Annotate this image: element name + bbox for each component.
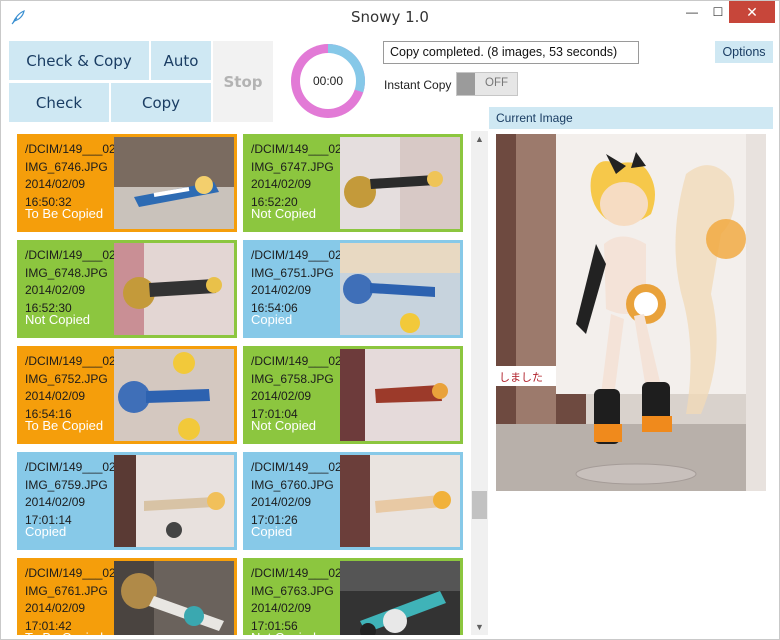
image-tile[interactable]: /DCIM/149___02 IMG_6752.JPG 2014/02/09 16:5…: [17, 346, 237, 444]
image-file: IMG_6746.JPG: [25, 159, 108, 174]
scroll-up-arrow-icon[interactable]: ▲: [471, 131, 488, 147]
image-grid[interactable]: /DCIM/149___02 IMG_6746.JPG 2014/02/09 16:5…: [9, 131, 471, 635]
image-file: IMG_6752.JPG: [25, 371, 108, 386]
image-status: Copied: [25, 524, 67, 539]
image-file: IMG_6760.JPG: [251, 477, 334, 492]
image-tile[interactable]: /DCIM/149___02 IMG_6748.JPG 2014/02/09 16:5…: [17, 240, 237, 338]
image-date: 2014/02/09: [251, 283, 312, 297]
toggle-knob: [457, 73, 475, 95]
image-thumbnail: [114, 349, 234, 441]
image-thumbnail: [340, 349, 460, 441]
check-and-copy-button[interactable]: Check & Copy: [9, 41, 149, 80]
image-date: 2014/02/09: [251, 601, 312, 615]
image-date: 2014/02/09: [25, 495, 86, 509]
current-image-preview: しました: [496, 134, 766, 491]
image-file: IMG_6763.JPG: [251, 583, 334, 598]
toggle-state: OFF: [485, 77, 508, 89]
minimize-button[interactable]: —: [678, 1, 706, 23]
copy-button[interactable]: Copy: [111, 83, 211, 122]
image-status: Not Copied: [251, 630, 316, 635]
image-date: 2014/02/09: [25, 283, 86, 297]
window-title: Snowy 1.0: [351, 8, 429, 26]
image-folder: /DCIM/149___02: [251, 142, 342, 156]
image-thumbnail: [114, 243, 234, 335]
instant-copy-toggle[interactable]: OFF: [456, 72, 518, 96]
status-message: Copy completed. (8 images, 53 seconds): [383, 41, 639, 64]
image-tile[interactable]: /DCIM/149___02 IMG_6761.JPG 2014/02/09 17:0…: [17, 558, 237, 635]
image-thumbnail: [114, 455, 234, 547]
image-thumbnail: [340, 455, 460, 547]
timer-value: 00:00: [312, 74, 344, 88]
scroll-down-arrow-icon[interactable]: ▼: [471, 619, 488, 635]
image-file: IMG_6747.JPG: [251, 159, 334, 174]
current-image-header: Current Image: [489, 107, 773, 129]
image-tile[interactable]: /DCIM/149___02 IMG_6751.JPG 2014/02/09 16:5…: [243, 240, 463, 338]
image-folder: /DCIM/149___02: [251, 248, 342, 262]
image-folder: /DCIM/149___02: [25, 142, 116, 156]
image-file: IMG_6759.JPG: [25, 477, 108, 492]
image-file: IMG_6751.JPG: [251, 265, 334, 280]
image-date: 2014/02/09: [25, 389, 86, 403]
image-file: IMG_6748.JPG: [25, 265, 108, 280]
image-tile[interactable]: /DCIM/149___02 IMG_6763.JPG 2014/02/09 17:0…: [243, 558, 463, 635]
image-folder: /DCIM/149___02: [251, 354, 342, 368]
image-thumbnail: [340, 561, 460, 635]
auto-button[interactable]: Auto: [151, 41, 211, 80]
image-file: IMG_6758.JPG: [251, 371, 334, 386]
image-folder: /DCIM/149___02: [25, 460, 116, 474]
progress-timer: 00:00: [287, 40, 369, 122]
maximize-button[interactable]: ☐: [704, 1, 732, 23]
image-status: To Be Copied: [25, 630, 103, 635]
image-info: /DCIM/149___02 IMG_6761.JPG 2014/02/09 17:0…: [20, 561, 116, 635]
image-file: IMG_6761.JPG: [25, 583, 108, 598]
image-tile[interactable]: /DCIM/149___02 IMG_6759.JPG 2014/02/09 17:0…: [17, 452, 237, 550]
image-date: 2014/02/09: [251, 495, 312, 509]
image-status: Copied: [251, 312, 293, 327]
image-date: 2014/02/09: [25, 601, 86, 615]
image-status: Not Copied: [25, 312, 91, 327]
image-tile[interactable]: /DCIM/149___02 IMG_6758.JPG 2014/02/09 17:0…: [243, 346, 463, 444]
image-tile[interactable]: /DCIM/149___02 IMG_6760.JPG 2014/02/09 17:0…: [243, 452, 463, 550]
scroll-thumb[interactable]: [472, 491, 487, 519]
image-thumbnail: [340, 137, 460, 229]
app-window: Snowy 1.0 — ☐ ✕ Check & Copy Auto Stop C…: [0, 0, 780, 640]
grid-scrollbar[interactable]: ▲ ▼: [471, 131, 488, 635]
check-button[interactable]: Check: [9, 83, 109, 122]
image-status: To Be Copied: [25, 206, 104, 221]
image-status: Copied: [251, 524, 293, 539]
image-date: 2014/02/09: [251, 177, 312, 191]
image-info: /DCIM/149___02 IMG_6763.JPG 2014/02/09 17:0…: [246, 561, 342, 635]
image-thumbnail: [114, 137, 234, 229]
svg-text:しました: しました: [499, 371, 543, 384]
image-status: To Be Copied: [25, 418, 104, 433]
instant-copy-label: Instant Copy: [384, 78, 452, 92]
image-date: 2014/02/09: [25, 177, 86, 191]
image-tile[interactable]: /DCIM/149___02 IMG_6747.JPG 2014/02/09 16:5…: [243, 134, 463, 232]
image-folder: /DCIM/149___02: [25, 354, 116, 368]
image-folder: /DCIM/149___02: [251, 460, 342, 474]
image-folder: /DCIM/149___02: [25, 248, 116, 262]
options-button[interactable]: Options: [715, 41, 773, 63]
image-status: Not Copied: [251, 418, 317, 433]
image-tile[interactable]: /DCIM/149___02 IMG_6746.JPG 2014/02/09 16:5…: [17, 134, 237, 232]
image-status: Not Copied: [251, 206, 317, 221]
image-thumbnail: [114, 561, 234, 635]
image-folder: /DCIM/149___02: [251, 566, 342, 580]
title-bar: Snowy 1.0 — ☐ ✕: [1, 1, 779, 33]
stop-button[interactable]: Stop: [213, 41, 273, 122]
close-button[interactable]: ✕: [729, 1, 775, 23]
image-date: 2014/02/09: [251, 389, 312, 403]
image-thumbnail: [340, 243, 460, 335]
image-folder: /DCIM/149___02: [25, 566, 116, 580]
